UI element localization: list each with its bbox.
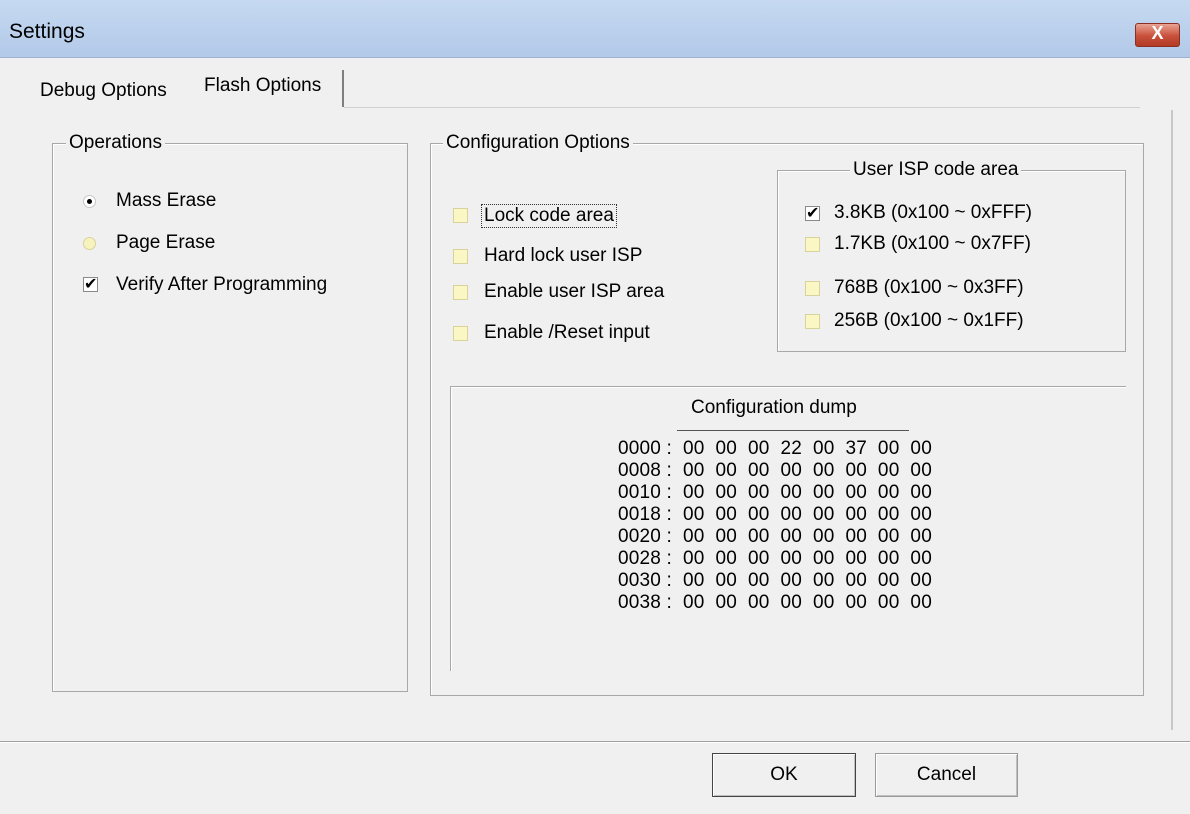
radio-selected-icon[interactable] [83,195,96,208]
enable-reset-input-label: Enable /Reset input [484,322,650,343]
dialog-body: Debug Options Flash Options Operations M… [0,58,1190,814]
lock-code-area-label: Lock code area [481,204,617,228]
isp-option-label: 1.7KB (0x100 ~ 0x7FF) [834,233,1031,254]
dump-underline [677,430,909,431]
title-bar: Settings X [0,0,1190,58]
isp-option-label: 256B (0x100 ~ 0x1FF) [834,310,1024,331]
tab-debug-options[interactable]: Debug Options [40,80,167,111]
dump-row: 0020 : 00 00 00 00 00 00 00 00 [618,526,932,547]
enable-user-isp-area-label: Enable user ISP area [484,281,665,302]
close-icon: X [1151,23,1164,43]
isp-option-label: 768B (0x100 ~ 0x3FF) [834,277,1024,298]
page-erase-label: Page Erase [116,232,216,253]
checkbox-unchecked-icon[interactable] [453,285,468,300]
dump-row: 0030 : 00 00 00 00 00 00 00 00 [618,570,932,591]
checkbox-unchecked-icon[interactable] [805,237,820,252]
dump-row: 0010 : 00 00 00 00 00 00 00 00 [618,482,932,503]
user-isp-code-area-legend: User ISP code area [850,159,1022,181]
dump-row: 0008 : 00 00 00 00 00 00 00 00 [618,460,932,481]
verify-label: Verify After Programming [116,274,328,295]
hard-lock-user-isp-label: Hard lock user ISP [484,245,643,266]
radio-unselected-icon[interactable] [83,237,96,250]
configuration-dump-panel: Configuration dump 0000 : 00 00 00 22 00… [450,386,1126,671]
dump-row: 0000 : 00 00 00 22 00 37 00 00 [618,438,932,459]
tab-divider [344,107,1140,108]
operations-legend: Operations [66,132,165,154]
window-title: Settings [9,20,85,43]
checkbox-unchecked-icon[interactable] [453,326,468,341]
operations-group: Operations Mass Erase Page Erase Verify … [52,132,408,692]
checkbox-unchecked-icon[interactable] [805,314,820,329]
configuration-options-legend: Configuration Options [443,132,633,154]
tab-label: Flash Options [204,75,322,96]
cancel-button[interactable]: Cancel [875,753,1018,797]
checkbox-checked-icon[interactable] [83,274,98,294]
tab-panel-edge [1171,110,1173,730]
footer-divider-highlight [0,742,1190,743]
tab-flash-options[interactable]: Flash Options [196,70,344,107]
close-button[interactable]: X [1135,23,1180,47]
checkbox-unchecked-icon[interactable] [805,281,820,296]
dump-row: 0018 : 00 00 00 00 00 00 00 00 [618,504,932,525]
dump-row: 0028 : 00 00 00 00 00 00 00 00 [618,548,932,569]
checkbox-unchecked-icon[interactable] [453,208,468,223]
isp-option-label: 3.8KB (0x100 ~ 0xFFF) [834,202,1032,223]
ok-button[interactable]: OK [712,753,856,797]
checkbox-checked-icon[interactable] [805,203,820,223]
tab-label: Debug Options [40,80,167,101]
dump-row: 0038 : 00 00 00 00 00 00 00 00 [618,592,932,613]
checkbox-unchecked-icon[interactable] [453,249,468,264]
user-isp-code-area-group: User ISP code area 3.8KB (0x100 ~ 0xFFF)… [777,159,1126,352]
configuration-dump-title: Configuration dump [691,397,857,418]
mass-erase-label: Mass Erase [116,190,217,211]
